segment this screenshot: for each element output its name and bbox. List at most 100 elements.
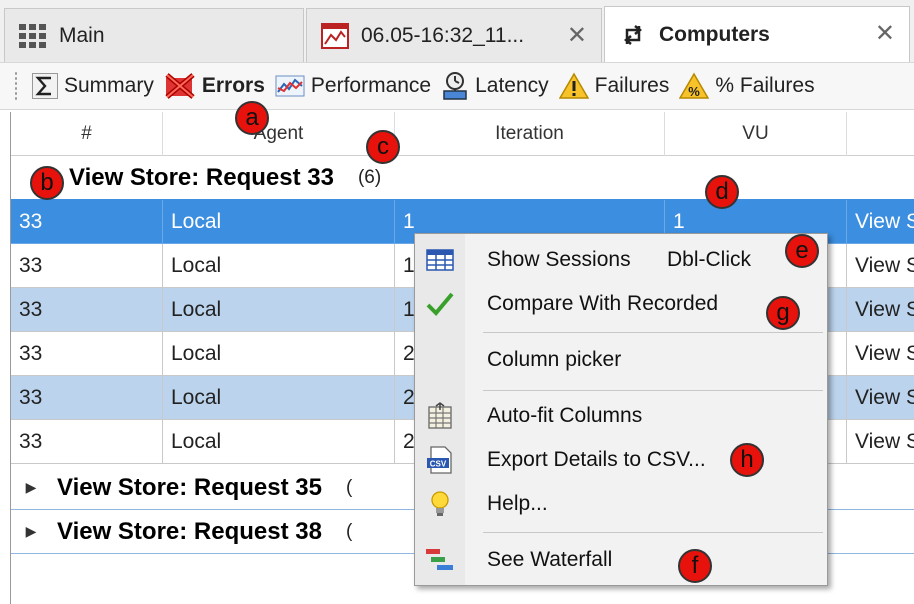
tab-main[interactable]: Main (4, 8, 304, 62)
menu-item-help[interactable]: Help... (415, 484, 827, 524)
group-title: View Store: Request 33 (69, 163, 334, 191)
menu-item-export-csv[interactable]: CSV Export Details to CSV... (415, 440, 827, 480)
expand-caret-icon[interactable]: ▶ (11, 523, 51, 540)
menu-item-label: Compare With Recorded (487, 292, 719, 315)
cell-agent: Local (163, 288, 395, 332)
waterfall-icon (425, 546, 455, 574)
cell-agent: Local (163, 244, 395, 288)
group-count: (6) (357, 166, 382, 188)
group-count: ( (345, 520, 353, 542)
tab-label: Main (59, 23, 105, 47)
menu-item-compare-with-recorded[interactable]: Compare With Recorded (415, 284, 827, 324)
menu-separator (483, 390, 823, 391)
latency-icon (441, 71, 469, 101)
sigma-icon (32, 73, 58, 99)
cell-extra: View S (847, 288, 914, 332)
context-menu: Show Sessions Dbl-Click Compare With Rec… (414, 233, 828, 586)
cell-agent: Local (163, 420, 395, 464)
latency-button[interactable]: Latency (437, 66, 555, 106)
grid-icon (19, 23, 47, 48)
swap-arrows-icon (619, 22, 647, 48)
menu-separator (483, 332, 823, 333)
column-header-agent[interactable]: Agent (163, 112, 395, 156)
cell-number: 33 (11, 376, 163, 420)
menu-item-label: Auto-fit Columns (487, 404, 643, 427)
percent-failures-icon: % (679, 72, 710, 100)
cell-extra: View S (847, 332, 914, 376)
column-header-vu[interactable]: VU (665, 112, 847, 156)
cell-extra: View S (847, 200, 914, 244)
cell-agent: Local (163, 200, 395, 244)
performance-label: Performance (310, 74, 432, 97)
tab-session-report[interactable]: 06.05-16:32_11... ✕ (306, 8, 602, 62)
cell-number: 33 (11, 332, 163, 376)
group-header-request-33[interactable]: View Store: Request 33 (6) (11, 156, 914, 200)
chart-icon (321, 22, 349, 49)
warning-icon (558, 72, 589, 100)
callout-a: a (235, 101, 269, 135)
checkmark-icon (425, 290, 455, 318)
menu-item-label: Column picker (487, 348, 622, 371)
failures-button[interactable]: Failures (555, 66, 676, 106)
callout-c: c (366, 130, 400, 164)
close-icon[interactable]: ✕ (875, 19, 895, 48)
menu-item-see-waterfall[interactable]: See Waterfall (415, 540, 827, 580)
percent-failures-label: % Failures (715, 74, 815, 97)
tab-label: Computers (659, 22, 770, 46)
close-icon[interactable]: ✕ (567, 21, 587, 50)
tab-bar: Main 06.05-16:32_11... ✕ Computers ✕ (0, 0, 914, 62)
menu-item-show-sessions[interactable]: Show Sessions Dbl-Click (415, 240, 827, 280)
group-title: View Store: Request 35 (57, 473, 322, 501)
callout-f: f (678, 549, 712, 583)
menu-item-label: Help... (487, 492, 548, 515)
cell-extra: View S (847, 420, 914, 464)
callout-g: g (766, 296, 800, 330)
failures-label: Failures (594, 74, 670, 97)
toolbar-grip[interactable] (14, 71, 18, 101)
menu-separator (483, 532, 823, 533)
callout-b: b (30, 166, 64, 200)
latency-label: Latency (475, 74, 549, 97)
callout-d: d (705, 175, 739, 209)
errors-label: Errors (201, 74, 265, 97)
svg-text:%: % (689, 84, 701, 99)
menu-item-shortcut: Dbl-Click (667, 248, 751, 271)
cell-extra: View S (847, 376, 914, 420)
cell-extra: View S (847, 244, 914, 288)
cell-number: 33 (11, 200, 163, 244)
percent-failures-button[interactable]: % % Failures (675, 66, 820, 106)
tab-label: 06.05-16:32_11... (361, 23, 525, 47)
summary-button[interactable]: Summary (28, 66, 160, 106)
cell-number: 33 (11, 420, 163, 464)
group-count: ( (345, 476, 353, 498)
errors-button[interactable]: Errors (160, 66, 271, 106)
performance-button[interactable]: Performance (271, 66, 437, 106)
autofit-columns-icon (425, 402, 455, 430)
group-title: View Store: Request 38 (57, 517, 322, 545)
column-header-row: # Agent Iteration VU (11, 112, 914, 156)
tab-computers[interactable]: Computers ✕ (604, 6, 910, 62)
column-header-iteration[interactable]: Iteration (395, 112, 665, 156)
callout-e: e (785, 234, 819, 268)
menu-item-column-picker[interactable]: Column picker (415, 340, 827, 380)
svg-text:CSV: CSV (430, 460, 447, 469)
toolbar: Summary Errors Performance Latency Failu… (0, 62, 914, 110)
menu-item-auto-fit-columns[interactable]: Auto-fit Columns (415, 396, 827, 436)
cell-number: 33 (11, 288, 163, 332)
csv-file-icon: CSV (425, 446, 455, 474)
callout-h: h (730, 443, 764, 477)
column-header-number[interactable]: # (11, 112, 163, 156)
sessions-table-icon (425, 246, 455, 274)
expand-caret-icon[interactable]: ▶ (11, 479, 51, 496)
cell-agent: Local (163, 332, 395, 376)
errors-icon (164, 72, 196, 100)
menu-item-label: Export Details to CSV... (487, 448, 706, 471)
cell-number: 33 (11, 244, 163, 288)
menu-item-label: See Waterfall (487, 548, 613, 571)
menu-item-label: Show Sessions (487, 248, 631, 271)
cell-agent: Local (163, 376, 395, 420)
column-header-extra[interactable] (847, 112, 914, 156)
performance-icon (275, 74, 305, 98)
summary-label: Summary (64, 74, 154, 97)
lightbulb-icon (425, 490, 455, 518)
